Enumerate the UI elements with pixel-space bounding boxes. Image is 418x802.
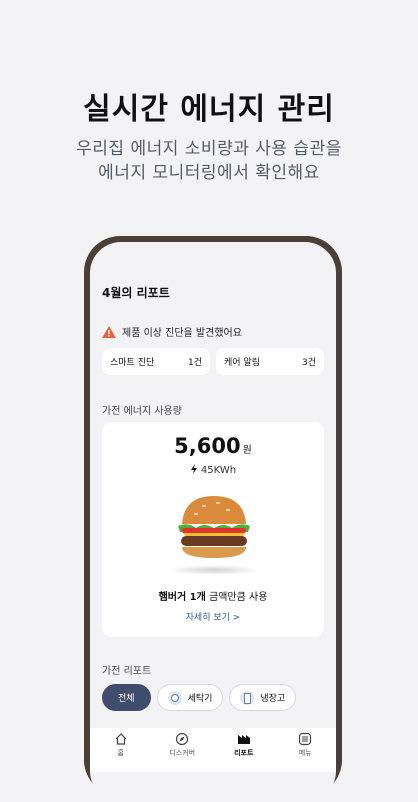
compare-bold: 햄버거 1개 [158,592,206,603]
kwh-value: 45KWh [200,465,237,476]
tab-washer[interactable]: 세탁기 [156,684,224,711]
chip-label: 스마트 진단 [110,358,155,368]
appliance-section-label: 가전 리포트 [102,666,152,677]
smart-diagnosis-chip[interactable]: 스마트 진단 1건 [102,348,210,375]
headline: 실시간 에너지 관리 [83,92,335,127]
tab-fridge-label: 냉장고 [260,694,286,704]
compare-rest: 금액만큼 사용 [205,592,268,603]
diagnosis-chips: 스마트 진단 1건 케어 알림 3건 [102,348,324,375]
bolt-icon [190,464,197,474]
appliance-tabs: 전체 세탁기 냉장고 [102,684,324,711]
energy-section-label: 가전 에너지 사용량 [102,406,182,417]
nav-menu[interactable]: 메뉴 [281,732,329,758]
nav-home[interactable]: 홈 [97,732,145,758]
compare-text: 햄버거 1개 금액만큼 사용 [102,588,324,603]
nav-discover[interactable]: 디스커버 [158,732,206,758]
washer-icon [167,690,182,705]
amount-value: 5,600 [174,434,241,458]
kwh-readout: 45KWh [102,464,324,476]
menu-icon [299,732,312,746]
tab-fridge[interactable]: 냉장고 [229,684,297,711]
subtitle-line-2: 에너지 모니터링에서 확인해요 [98,163,320,183]
compass-icon [176,732,189,746]
energy-card: 5,600 원 45KWh 햄버거 1개 금액만큼 사용 자세히 보기 > [102,422,324,637]
chip-label: 케어 알림 [224,358,260,368]
report-icon [237,735,250,744]
phone-frame: 4월의 리포트 제품 이상 진단을 발견했어요 스마트 진단 1건 케어 알림 … [84,236,342,802]
chip-count: 3건 [301,358,316,368]
fridge-icon [240,690,255,705]
subtitle-line-1: 우리집 에너지 소비량과 사용 습관을 [76,139,342,159]
hamburger-icon [178,496,250,558]
burger-shadow [168,565,260,575]
bottom-nav: 홈 디스커버 리포트 메뉴 [90,728,336,772]
home-icon [115,733,127,745]
amount-unit: 원 [242,445,252,456]
detail-link[interactable]: 자세히 보기 > [102,610,324,623]
chip-count: 1건 [187,358,202,368]
warning-icon [102,325,116,338]
alert-text: 제품 이상 진단을 발견했어요 [122,328,242,339]
care-alert-chip[interactable]: 케어 알림 3건 [216,348,324,375]
tab-all[interactable]: 전체 [102,684,151,711]
report-title: 4월의 리포트 [102,286,170,300]
phone-screen: 4월의 리포트 제품 이상 진단을 발견했어요 스마트 진단 1건 케어 알림 … [90,242,336,802]
tab-washer-label: 세탁기 [187,694,213,704]
alert-row[interactable]: 제품 이상 진단을 발견했어요 [102,324,324,339]
nav-report[interactable]: 리포트 [220,732,268,758]
energy-amount: 5,600 원 [102,434,324,458]
